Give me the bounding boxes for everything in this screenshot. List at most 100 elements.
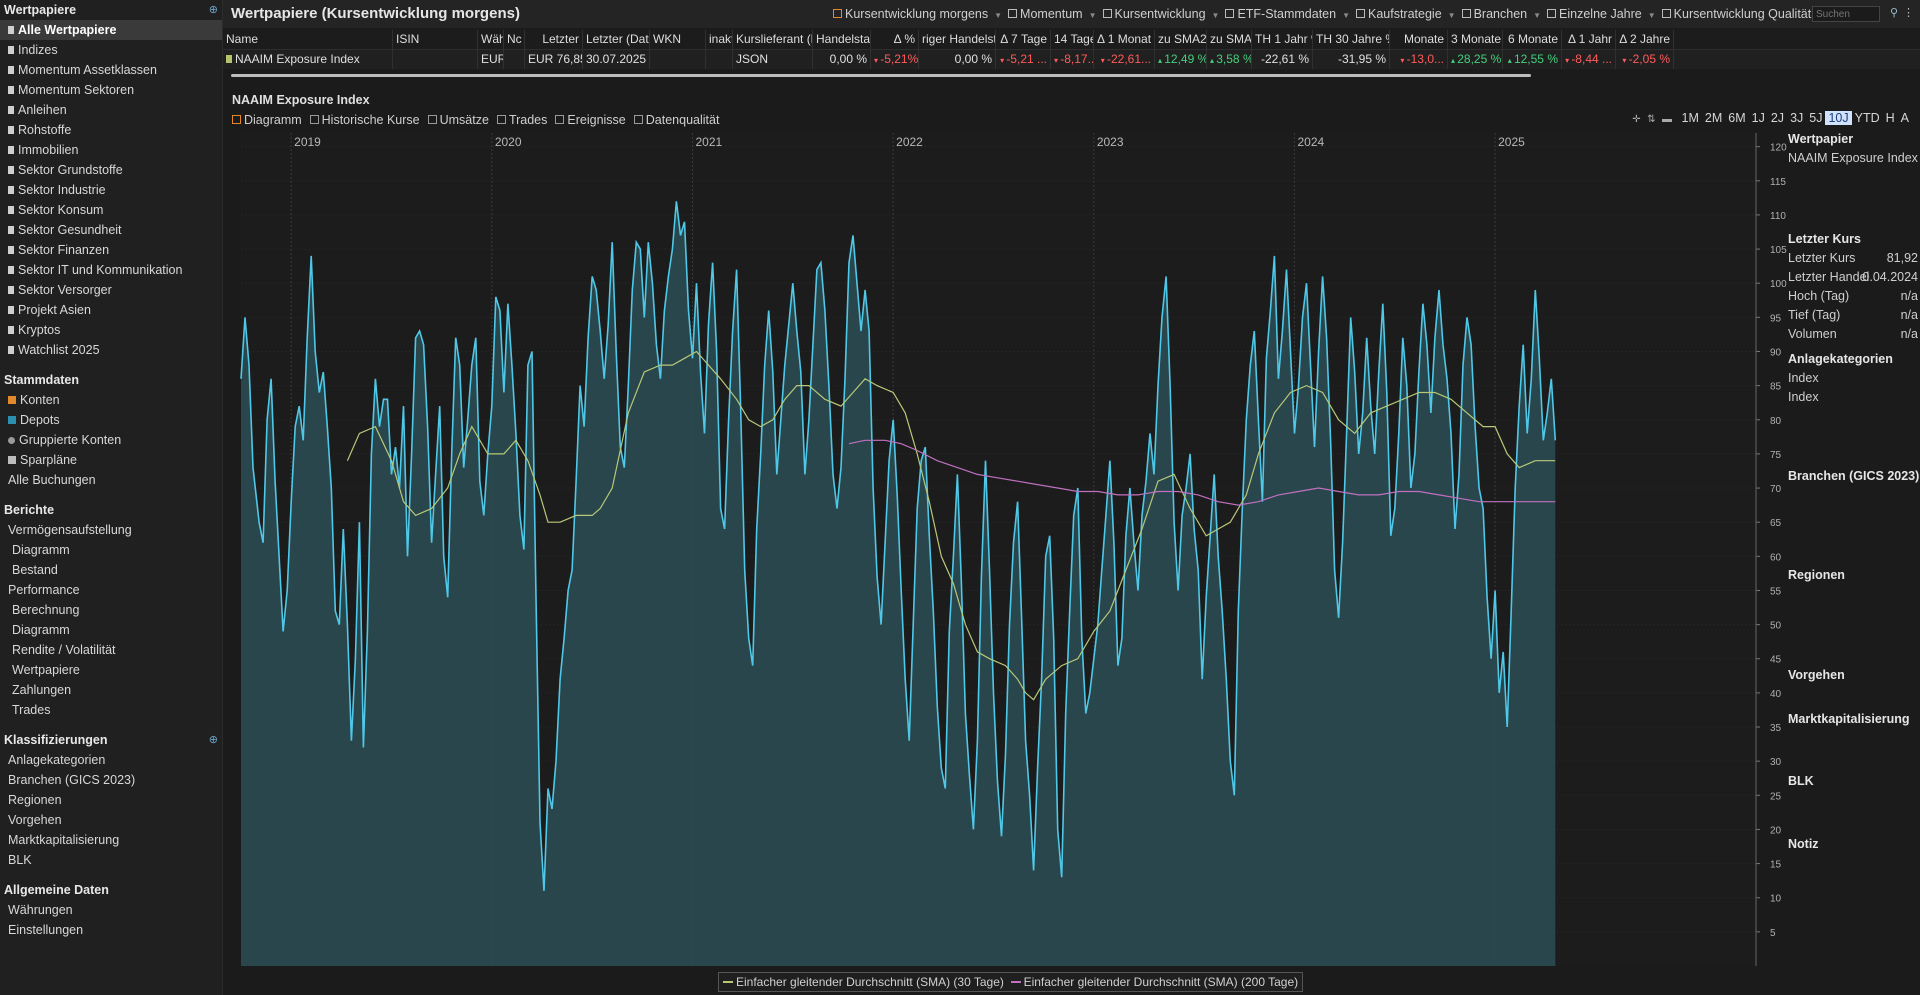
sidebar-item-wertpapiere-2[interactable]: Momentum Assetklassen xyxy=(0,60,222,80)
chart-tab-1[interactable]: Historische Kurse xyxy=(309,113,420,127)
chart-settings-icon[interactable]: ⇅ xyxy=(1647,114,1655,125)
sidebar-item-stammdaten-2[interactable]: Gruppierte Konten xyxy=(0,430,222,450)
view-tab-5[interactable]: Branchen ▼ xyxy=(1461,7,1541,21)
range-button-1J[interactable]: 1J xyxy=(1749,111,1768,125)
add-icon[interactable]: ⊕ xyxy=(209,730,218,750)
chevron-down-icon[interactable]: ▼ xyxy=(1648,11,1656,20)
column-header-last[interactable]: Letzter xyxy=(525,30,583,49)
chart-tab-2[interactable]: Umsätze xyxy=(427,113,489,127)
sidebar-item-wertpapiere-15[interactable]: Kryptos xyxy=(0,320,222,340)
column-header-th30y[interactable]: TH 30 Jahre % xyxy=(1313,30,1390,49)
column-header-m[interactable]: Monate xyxy=(1390,30,1448,49)
column-header-isin[interactable]: ISIN xyxy=(393,30,478,49)
sidebar-item-wertpapiere-10[interactable]: Sektor Gesundheit xyxy=(0,220,222,240)
range-button-YTD[interactable]: YTD xyxy=(1852,111,1883,125)
range-button-2M[interactable]: 2M xyxy=(1702,111,1725,125)
view-tab-4[interactable]: Kaufstrategie ▼ xyxy=(1356,7,1456,21)
legend-sma200-label[interactable]: Einfacher gleitender Durchschnitt (SMA) … xyxy=(1024,975,1299,989)
range-button-3J[interactable]: 3J xyxy=(1787,111,1806,125)
range-button-A[interactable]: A xyxy=(1898,111,1912,125)
column-header-currency[interactable]: Wäh xyxy=(478,30,504,49)
chevron-down-icon[interactable]: ▼ xyxy=(1342,11,1350,20)
sidebar-item-wertpapiere-6[interactable]: Immobilien xyxy=(0,140,222,160)
sidebar-item-wertpapiere-7[interactable]: Sektor Grundstoffe xyxy=(0,160,222,180)
sidebar-item-klassifizierungen-2[interactable]: Regionen xyxy=(0,790,222,810)
sidebar-item-berichte-7[interactable]: Wertpapiere xyxy=(0,660,222,680)
sidebar-item-wertpapiere-1[interactable]: Indizes xyxy=(0,40,222,60)
sidebar-section-allgemein[interactable]: Allgemeine Daten xyxy=(0,880,222,900)
sidebar-item-wertpapiere-12[interactable]: Sektor IT und Kommunikation xyxy=(0,260,222,280)
sidebar-section-klassifizierungen[interactable]: Klassifizierungen ⊕ xyxy=(0,730,222,750)
column-header-wkn[interactable]: WKN xyxy=(650,30,706,49)
column-header-trading_day[interactable]: Handelstag xyxy=(813,30,871,49)
sidebar-item-wertpapiere-3[interactable]: Momentum Sektoren xyxy=(0,80,222,100)
column-header-d7[interactable]: Δ 7 Tage xyxy=(996,30,1051,49)
sidebar-item-allgemein-1[interactable]: Einstellungen xyxy=(0,920,222,940)
view-tab-7[interactable]: Kursentwicklung Qualität▼ xyxy=(1661,7,1825,21)
table-row[interactable]: NAAIM Exposure Index EUR EUR 76,85 30.07.20… xyxy=(223,50,1920,69)
column-header-th1y[interactable]: TH 1 Jahr % xyxy=(1252,30,1313,49)
sidebar-item-klassifizierungen-5[interactable]: BLK xyxy=(0,850,222,870)
view-tab-6[interactable]: Einzelne Jahre ▼ xyxy=(1547,7,1656,21)
column-header-d14[interactable]: 14 Tage xyxy=(1051,30,1094,49)
chevron-down-icon[interactable]: ▼ xyxy=(994,11,1002,20)
column-header-prev_day[interactable]: riger Handelstag xyxy=(919,30,996,49)
sidebar-item-wertpapiere-13[interactable]: Sektor Versorger xyxy=(0,280,222,300)
sidebar-section-stammdaten[interactable]: Stammdaten xyxy=(0,370,222,390)
sidebar-item-wertpapiere-14[interactable]: Projekt Asien xyxy=(0,300,222,320)
chart-tab-5[interactable]: Datenqualität xyxy=(633,113,719,127)
column-header-inactive[interactable]: inakti xyxy=(706,30,733,49)
sidebar-item-wertpapiere-9[interactable]: Sektor Konsum xyxy=(0,200,222,220)
chevron-down-icon[interactable]: ▼ xyxy=(1533,11,1541,20)
sidebar-item-allgemein-0[interactable]: Währungen xyxy=(0,900,222,920)
column-header-sma200[interactable]: zu SMA200 xyxy=(1155,30,1207,49)
export-icon[interactable]: ▬ xyxy=(1662,114,1672,125)
chevron-down-icon[interactable]: ▼ xyxy=(1089,11,1097,20)
legend-sma30-label[interactable]: Einfacher gleitender Durchschnitt (SMA) … xyxy=(736,975,1004,989)
chevron-down-icon[interactable]: ▼ xyxy=(1448,11,1456,20)
sidebar-item-klassifizierungen-1[interactable]: Branchen (GICS 2023) xyxy=(0,770,222,790)
sidebar-item-wertpapiere-5[interactable]: Rohstoffe xyxy=(0,120,222,140)
column-header-m6[interactable]: 6 Monate xyxy=(1503,30,1562,49)
sidebar-item-wertpapiere-8[interactable]: Sektor Industrie xyxy=(0,180,222,200)
view-tab-2[interactable]: Kursentwicklung ▼ xyxy=(1102,7,1220,21)
sidebar-item-berichte-5[interactable]: Diagramm xyxy=(0,620,222,640)
sidebar-item-berichte-2[interactable]: Bestand xyxy=(0,560,222,580)
sidebar-item-berichte-8[interactable]: Zahlungen xyxy=(0,680,222,700)
sidebar-item-stammdaten-1[interactable]: Depots xyxy=(0,410,222,430)
column-header-m1[interactable]: Δ 1 Monat xyxy=(1094,30,1155,49)
sidebar-item-klassifizierungen-4[interactable]: Marktkapitalisierung xyxy=(0,830,222,850)
column-header-last_date[interactable]: Letzter (Datum) xyxy=(583,30,650,49)
sidebar-item-berichte-4[interactable]: Berechnung xyxy=(0,600,222,620)
chevron-down-icon[interactable]: ▼ xyxy=(1212,11,1220,20)
sidebar-item-klassifizierungen-0[interactable]: Anlagekategorien xyxy=(0,750,222,770)
sidebar-item-berichte-3[interactable]: Performance xyxy=(0,580,222,600)
range-button-H[interactable]: H xyxy=(1883,111,1898,125)
column-header-m3[interactable]: 3 Monate xyxy=(1448,30,1503,49)
sidebar-item-berichte-6[interactable]: Rendite / Volatilität xyxy=(0,640,222,660)
range-button-5J[interactable]: 5J xyxy=(1806,111,1825,125)
sidebar-item-wertpapiere-0[interactable]: Alle Wertpapiere xyxy=(0,20,222,40)
range-button-10J[interactable]: 10J xyxy=(1825,111,1852,125)
sidebar-item-berichte-9[interactable]: Trades xyxy=(0,700,222,720)
sidebar-section-wertpapiere[interactable]: Wertpapiere ⊕ xyxy=(0,0,222,20)
view-tab-0[interactable]: Kursentwicklung morgens ▼ xyxy=(833,7,1002,21)
view-tab-3[interactable]: ETF-Stammdaten ▼ xyxy=(1225,7,1350,21)
range-button-1M[interactable]: 1M xyxy=(1679,111,1702,125)
chart-tab-3[interactable]: Trades xyxy=(496,113,547,127)
sidebar-item-wertpapiere-4[interactable]: Anleihen xyxy=(0,100,222,120)
column-header-y1[interactable]: Δ 1 Jahr xyxy=(1562,30,1616,49)
sidebar-item-stammdaten-4[interactable]: Alle Buchungen xyxy=(0,470,222,490)
sidebar-item-wertpapiere-16[interactable]: Watchlist 2025 xyxy=(0,340,222,360)
scrollbar-thumb[interactable] xyxy=(231,74,1531,77)
sidebar-item-wertpapiere-11[interactable]: Sektor Finanzen xyxy=(0,240,222,260)
column-header-feed[interactable]: Kurslieferant (hist xyxy=(733,30,813,49)
sidebar-item-klassifizierungen-3[interactable]: Vorgehen xyxy=(0,810,222,830)
add-icon[interactable]: ⊕ xyxy=(209,0,218,20)
more-menu-icon[interactable]: ⋮ xyxy=(1903,6,1914,19)
column-header-delta_pct[interactable]: Δ % xyxy=(871,30,919,49)
view-tab-1[interactable]: Momentum ▼ xyxy=(1008,7,1097,21)
column-header-y2[interactable]: Δ 2 Jahre xyxy=(1616,30,1674,49)
sidebar-item-berichte-1[interactable]: Diagramm xyxy=(0,540,222,560)
sidebar-section-berichte[interactable]: Berichte xyxy=(0,500,222,520)
